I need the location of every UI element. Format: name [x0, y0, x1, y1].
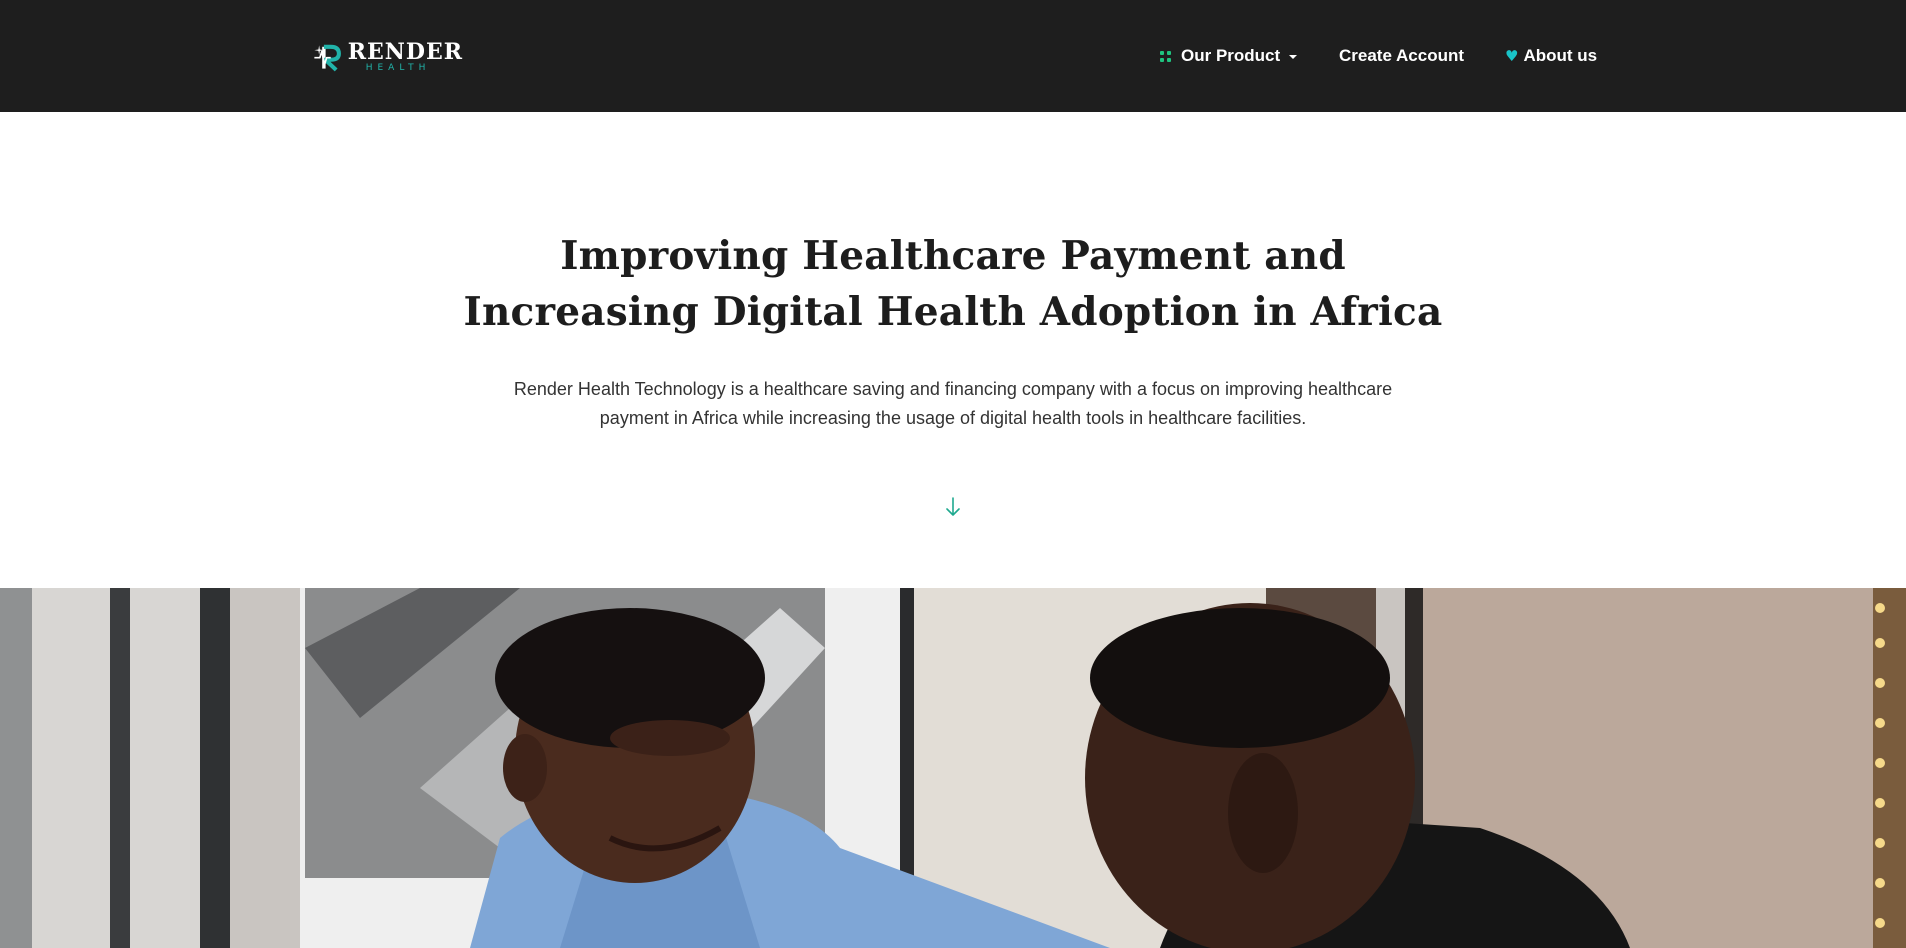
render-logo-icon	[314, 44, 341, 72]
logo-wordmark: RENDER HEALTH	[348, 41, 463, 73]
nav-our-product-wrap: Our Product	[1160, 0, 1298, 112]
nav-our-product-label: Our Product	[1181, 46, 1281, 65]
logo-subword: HEALTH	[365, 63, 431, 73]
scroll-down-button[interactable]	[942, 495, 964, 519]
doctor-patient-photo	[0, 588, 1906, 948]
caret-down-icon	[1289, 55, 1298, 59]
hero-photo	[0, 588, 1906, 948]
nav-about-us-label: About us	[1523, 46, 1598, 65]
logo-link[interactable]: RENDER HEALTH	[313, 34, 463, 80]
grid-icon	[1160, 50, 1171, 62]
logo-word: RENDER	[347, 39, 463, 65]
hero-title: Improving Healthcare Payment and Increas…	[463, 233, 1443, 335]
nav-create-account[interactable]: Create Account	[1339, 46, 1464, 66]
nav-our-product[interactable]: Our Product	[1160, 46, 1298, 66]
nav-create-account-label: Create Account	[1339, 46, 1465, 65]
site-header: RENDER HEALTH Our Product Create Account…	[0, 0, 1906, 112]
hero-description: Render Health Technology is a healthcare…	[513, 379, 1393, 428]
arrow-down-icon	[946, 497, 960, 516]
nav-about-us-wrap: ♥ About us	[1505, 0, 1597, 112]
nav-about-us[interactable]: ♥ About us	[1505, 46, 1597, 66]
heart-icon: ♥	[1505, 47, 1519, 65]
nav-create-account-wrap: Create Account	[1339, 0, 1464, 112]
